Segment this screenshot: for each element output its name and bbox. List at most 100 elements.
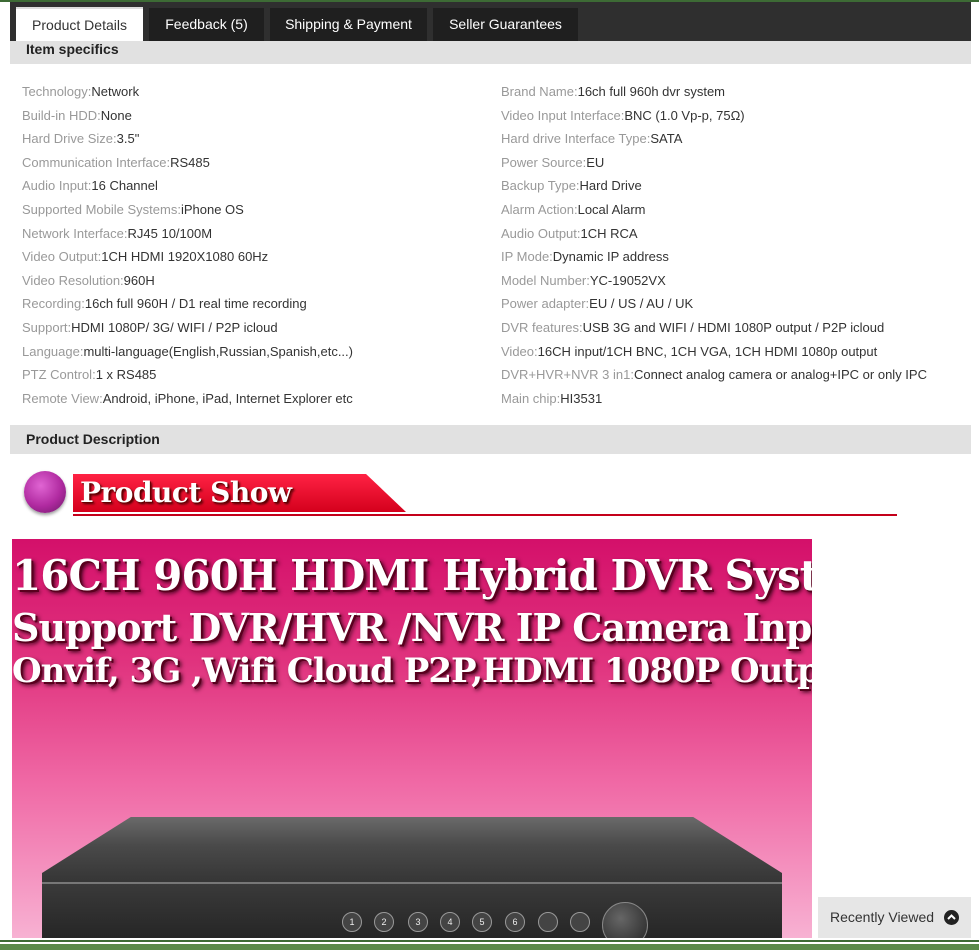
spec-value: Dynamic IP address — [552, 249, 669, 265]
specs-left-column: Technology:Network Build-in HDD:None Hard … — [22, 82, 353, 412]
spec-label: Supported Mobile Systems: — [22, 201, 181, 217]
dvr-button-6: 6 — [505, 912, 525, 932]
spec-value: 16ch full 960h dvr system — [577, 84, 725, 99]
spec-value: BNC (1.0 Vp-p, 75Ω) — [624, 107, 745, 123]
spec-row: IP Mode:Dynamic IP address — [501, 247, 927, 271]
recently-viewed-label: Recently Viewed — [830, 909, 935, 925]
spec-label: Video Input Interface: — [501, 107, 625, 123]
dvr-button-esc — [538, 912, 558, 932]
spec-value: None — [100, 107, 132, 123]
spec-value: Local Alarm — [577, 201, 646, 217]
spec-value: YC-19052VX — [589, 272, 666, 288]
spec-row: DVR+HVR+NVR 3 in1:Connect analog camera … — [501, 365, 927, 389]
tab-feedback[interactable]: Feedback (5) — [149, 8, 264, 41]
spec-value: HI3531 — [560, 390, 603, 406]
dvr-button-1: 1 — [342, 912, 362, 932]
tab-shipping-payment[interactable]: Shipping & Payment — [270, 8, 427, 41]
spec-row: Hard drive Interface Type:SATA — [501, 129, 927, 153]
spec-value: Network — [91, 84, 140, 99]
spec-label: Video Resolution: — [22, 272, 124, 288]
spec-label: Communication Interface: — [22, 154, 171, 170]
spec-value: 1CH RCA — [580, 225, 638, 241]
spec-row: Power Source:EU — [501, 153, 927, 177]
spec-row: Support:HDMI 1080P/ 3G/ WIFI / P2P iclou… — [22, 318, 353, 342]
spec-value: HDMI 1080P/ 3G/ WIFI / P2P icloud — [71, 319, 278, 335]
spec-row: Power adapter:EU / US / AU / UK — [501, 294, 927, 318]
spec-label: Remote View: — [22, 390, 103, 406]
spec-row: Technology:Network — [22, 82, 353, 106]
spec-value: 1CH HDMI 1920X1080 60Hz — [101, 249, 269, 265]
chevron-up-icon — [944, 910, 959, 925]
spec-value: Connect analog camera or analog+IPC or o… — [633, 367, 927, 383]
spec-value: EU / US / AU / UK — [589, 296, 694, 312]
spec-row: Backup Type:Hard Drive — [501, 176, 927, 200]
recently-viewed-button[interactable]: Recently Viewed — [818, 897, 971, 938]
spec-row: Network Interface:RJ45 10/100M — [22, 224, 353, 248]
spec-row: DVR features:USB 3G and WIFI / HDMI 1080… — [501, 318, 927, 342]
spec-label: PTZ Control: — [22, 367, 96, 383]
item-specifics-title: Item specifics — [26, 41, 119, 57]
spec-row: Video Input Interface:BNC (1.0 Vp-p, 75Ω… — [501, 106, 927, 130]
spec-label: Backup Type: — [501, 178, 580, 194]
spec-label: Technology: — [22, 84, 92, 99]
spec-label: Model Number: — [501, 272, 590, 288]
dvr-button-menu — [570, 912, 590, 932]
spec-value: multi-language(English,Russian,Spanish,e… — [83, 343, 353, 359]
spec-label: Recording: — [22, 296, 85, 312]
hero-subline-2: Onvif, 3G ,Wifi Cloud P2P,HDMI 1080P Out… — [12, 651, 812, 691]
product-show-title: Product Show — [80, 476, 292, 509]
spec-label: Brand Name: — [501, 84, 578, 99]
item-specifics-heading: Item specifics — [10, 41, 971, 64]
product-hero-image: 16CH 960H HDMI Hybrid DVR System Support… — [12, 539, 812, 950]
spec-label: Support: — [22, 319, 72, 335]
dvr-button-5: 5 — [472, 912, 492, 932]
spec-value: 960H — [123, 272, 155, 288]
spec-value: USB 3G and WIFI / HDMI 1080P output / P2… — [582, 319, 885, 335]
spec-value: RS485 — [170, 154, 210, 170]
hero-subline-1: Support DVR/HVR /NVR IP Camera Input — [12, 605, 812, 650]
spec-row: Brand Name:16ch full 960h dvr system — [501, 82, 927, 106]
spec-label: DVR features: — [501, 319, 583, 335]
spec-label: Power Source: — [501, 154, 587, 170]
spec-row: Video Output:1CH HDMI 1920X1080 60Hz — [22, 247, 353, 271]
tab-product-details[interactable]: Product Details — [16, 7, 143, 43]
frame-bottom-line — [0, 938, 979, 950]
spec-row: Language:multi-language(English,Russian,… — [22, 342, 353, 366]
spec-value: SATA — [650, 131, 683, 147]
specs-right-column: Brand Name:16ch full 960h dvr system Vide… — [501, 82, 927, 412]
spec-row: Hard Drive Size:3.5" — [22, 129, 353, 153]
spec-label: Audio Output: — [501, 225, 581, 241]
spec-label: Power adapter: — [501, 296, 590, 312]
spec-value: 16 Channel — [91, 178, 158, 194]
spec-row: Model Number:YC-19052VX — [501, 271, 927, 295]
spec-row: Communication Interface:RS485 — [22, 153, 353, 177]
spec-label: DVR+HVR+NVR 3 in1: — [501, 367, 634, 383]
spec-label: Video Output: — [22, 249, 102, 265]
tab-seller-guarantees[interactable]: Seller Guarantees — [433, 8, 578, 41]
spec-value: 16ch full 960H / D1 real time recording — [84, 296, 307, 312]
product-show-bullet-icon — [24, 471, 66, 513]
spec-row: Remote View:Android, iPhone, iPad, Inter… — [22, 389, 353, 413]
spec-row: PTZ Control:1 x RS485 — [22, 365, 353, 389]
spec-value: 16CH input/1CH BNC, 1CH VGA, 1CH HDMI 10… — [537, 343, 878, 359]
spec-row: Audio Output:1CH RCA — [501, 224, 927, 248]
spec-value: Android, iPhone, iPad, Internet Explorer… — [102, 390, 353, 406]
spec-label: Audio Input: — [22, 178, 92, 194]
spec-value: EU — [586, 154, 605, 170]
hero-headline: 16CH 960H HDMI Hybrid DVR System — [12, 551, 812, 600]
spec-row: Video:16CH input/1CH BNC, 1CH VGA, 1CH H… — [501, 342, 927, 366]
spec-label: Alarm Action: — [501, 201, 578, 217]
spec-label: Video: — [501, 343, 538, 359]
spec-label: Network Interface: — [22, 225, 128, 241]
spec-row: Main chip:HI3531 — [501, 389, 927, 413]
product-description-heading: Product Description — [10, 425, 971, 454]
spec-value: RJ45 10/100M — [127, 225, 213, 241]
spec-label: IP Mode: — [501, 249, 553, 265]
spec-label: Hard drive Interface Type: — [501, 131, 651, 147]
spec-row: Audio Input:16 Channel — [22, 176, 353, 200]
tab-bar: Product Details Feedback (5) Shipping & … — [10, 2, 971, 43]
dvr-button-2: 2 — [374, 912, 394, 932]
spec-value: 3.5" — [116, 131, 140, 147]
spec-label: Hard Drive Size: — [22, 131, 117, 147]
spec-row: Supported Mobile Systems:iPhone OS — [22, 200, 353, 224]
